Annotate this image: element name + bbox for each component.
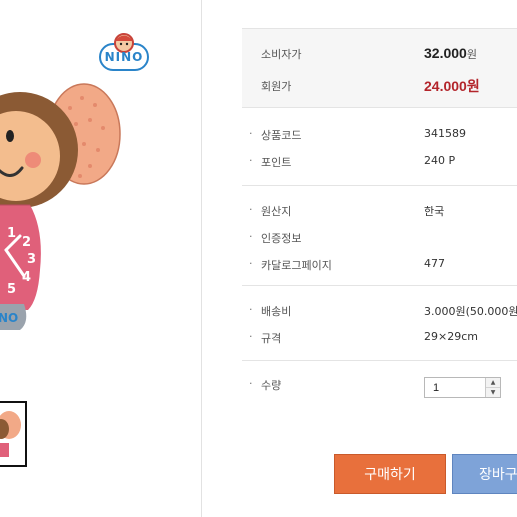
size-label: 규격 bbox=[249, 330, 281, 346]
quantity-stepper[interactable]: ▲ ▼ bbox=[424, 377, 501, 398]
certification-label: 인증정보 bbox=[249, 230, 302, 246]
quantity-label: 수량 bbox=[249, 377, 281, 393]
clock-number-4: 4 bbox=[22, 270, 32, 285]
points-label: 포인트 bbox=[249, 154, 292, 170]
consumer-price-value: 32.000원 bbox=[424, 45, 477, 61]
nino-logo: NINO bbox=[99, 32, 149, 72]
clock-number-1: 1 bbox=[7, 226, 17, 241]
member-price-label: 회원가 bbox=[261, 80, 292, 93]
buy-button[interactable]: 구매하기 bbox=[334, 454, 446, 494]
stepper-up-icon[interactable]: ▲ bbox=[486, 378, 500, 388]
quantity-input[interactable] bbox=[425, 378, 483, 397]
shipping-fee-value: 3.000원(50.000원 이 bbox=[424, 305, 517, 318]
divider-origin bbox=[242, 285, 517, 286]
divider-codes bbox=[242, 185, 517, 186]
catalog-page-label: 카달로그페이지 bbox=[249, 257, 332, 273]
cart-button[interactable]: 장바구 bbox=[452, 454, 517, 494]
origin-value: 한국 bbox=[424, 205, 445, 218]
clock-number-2: 2 bbox=[22, 235, 32, 250]
clock-number-3: 3 bbox=[27, 252, 37, 267]
product-info-pane: 소비자가 32.000원 회원가 24.000원 상품코드 341589 포인트… bbox=[202, 0, 517, 517]
clock-number-5: 5 bbox=[7, 282, 17, 297]
consumer-price-label: 소비자가 bbox=[261, 48, 302, 61]
product-code-label: 상품코드 bbox=[249, 127, 302, 143]
size-value: 29×29cm bbox=[424, 330, 478, 343]
product-code-value: 341589 bbox=[424, 127, 466, 140]
thumbnail-image[interactable] bbox=[0, 401, 27, 467]
base-logo-text: NO bbox=[0, 311, 18, 325]
origin-label: 원산지 bbox=[249, 203, 292, 219]
stepper-controls: ▲ ▼ bbox=[485, 378, 500, 397]
nino-logo-text: NINO bbox=[104, 50, 144, 64]
shipping-fee-label: 배송비 bbox=[249, 303, 292, 319]
divider-spec bbox=[242, 360, 517, 361]
divider-price bbox=[242, 107, 517, 108]
points-value: 240 P bbox=[424, 154, 456, 167]
catalog-page-value: 477 bbox=[424, 257, 445, 270]
stepper-down-icon[interactable]: ▼ bbox=[486, 388, 500, 397]
product-image-pane: NO 1 2 3 4 5 NINO bbox=[0, 0, 201, 517]
member-price-value: 24.000원 bbox=[424, 78, 480, 94]
